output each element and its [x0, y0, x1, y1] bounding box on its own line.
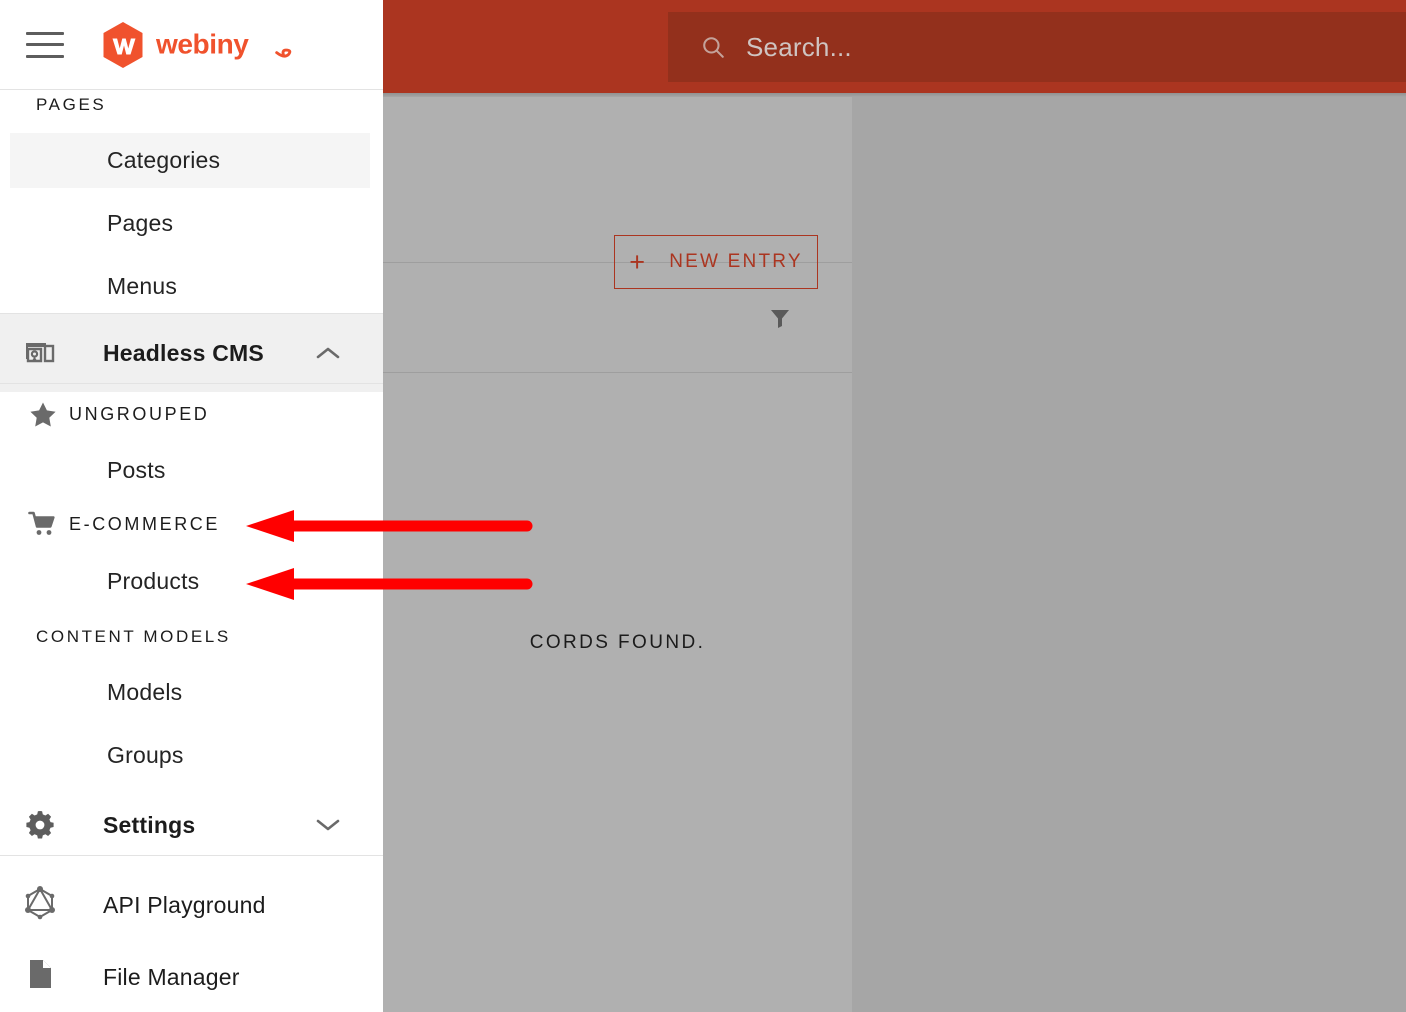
sidebar-subgroup-ecommerce: E-COMMERCE — [28, 506, 220, 542]
sidebar-group-settings[interactable]: Settings — [0, 786, 383, 864]
sidebar-item-groups[interactable]: Groups — [0, 728, 383, 783]
panel-toolbar-row: + NEW ENTRY — [383, 97, 852, 263]
top-header-bar: Search... — [383, 0, 1406, 93]
header-shadow — [383, 93, 1406, 97]
sidebar-item-label: API Playground — [103, 892, 266, 919]
subgroup-label-text: UNGROUPED — [69, 404, 209, 425]
sidebar-item-api-playground[interactable]: API Playground — [0, 866, 383, 944]
filter-funnel-icon[interactable] — [767, 306, 793, 330]
panel-filter-row — [383, 263, 852, 373]
search-input[interactable]: Search... — [668, 12, 1406, 82]
sidebar-item-categories[interactable]: Categories — [0, 133, 383, 188]
sidebar-item-label: File Manager — [103, 964, 240, 991]
chevron-down-icon[interactable] — [315, 817, 341, 833]
sidebar-group-headless-cms[interactable]: Headless CMS — [0, 314, 383, 392]
star-icon — [28, 399, 58, 429]
sidebar: webiny PAGES Categories Pages Menus Head… — [0, 0, 383, 1012]
sidebar-item-label: Posts — [107, 457, 166, 484]
file-icon — [22, 956, 58, 992]
section-label-content-models: CONTENT MODELS — [36, 627, 231, 647]
sidebar-item-products[interactable]: Products — [0, 554, 383, 609]
svg-text:webiny: webiny — [156, 28, 249, 59]
devices-cms-icon — [22, 335, 58, 371]
subgroup-label-text: E-COMMERCE — [69, 514, 220, 535]
sidebar-header: webiny — [0, 0, 383, 90]
sidebar-subgroup-ungrouped: UNGROUPED — [28, 396, 209, 432]
gear-icon — [22, 807, 58, 843]
sidebar-item-label: Categories — [107, 147, 220, 174]
sidebar-item-label: Products — [107, 568, 199, 595]
shopping-cart-icon — [28, 509, 58, 539]
divider — [0, 383, 383, 384]
webiny-hexagon-logo — [101, 21, 145, 69]
sidebar-group-label: Headless CMS — [103, 340, 264, 367]
search-placeholder: Search... — [746, 32, 852, 63]
sidebar-item-label: Groups — [107, 742, 184, 769]
chevron-up-icon[interactable] — [315, 345, 341, 361]
section-label-pages: PAGES — [36, 95, 106, 115]
hamburger-menu-icon[interactable] — [26, 32, 64, 58]
sidebar-item-file-manager[interactable]: File Manager — [0, 938, 383, 1012]
webiny-logo[interactable]: webiny — [101, 21, 299, 69]
sidebar-item-label: Models — [107, 679, 182, 706]
sidebar-item-pages[interactable]: Pages — [0, 196, 383, 251]
sidebar-item-models[interactable]: Models — [0, 665, 383, 720]
graphql-icon — [22, 884, 58, 920]
search-icon — [700, 34, 726, 60]
sidebar-item-label: Menus — [107, 273, 177, 300]
sidebar-item-menus[interactable]: Menus — [0, 259, 383, 314]
divider — [0, 855, 383, 856]
webiny-wordmark: webiny — [156, 28, 299, 62]
sidebar-group-label: Settings — [103, 812, 195, 839]
sidebar-item-posts[interactable]: Posts — [0, 443, 383, 498]
empty-state-text: CORDS FOUND. — [383, 632, 852, 654]
content-panel: + NEW ENTRY CORDS FOUND. — [383, 97, 852, 1012]
sidebar-item-label: Pages — [107, 210, 173, 237]
